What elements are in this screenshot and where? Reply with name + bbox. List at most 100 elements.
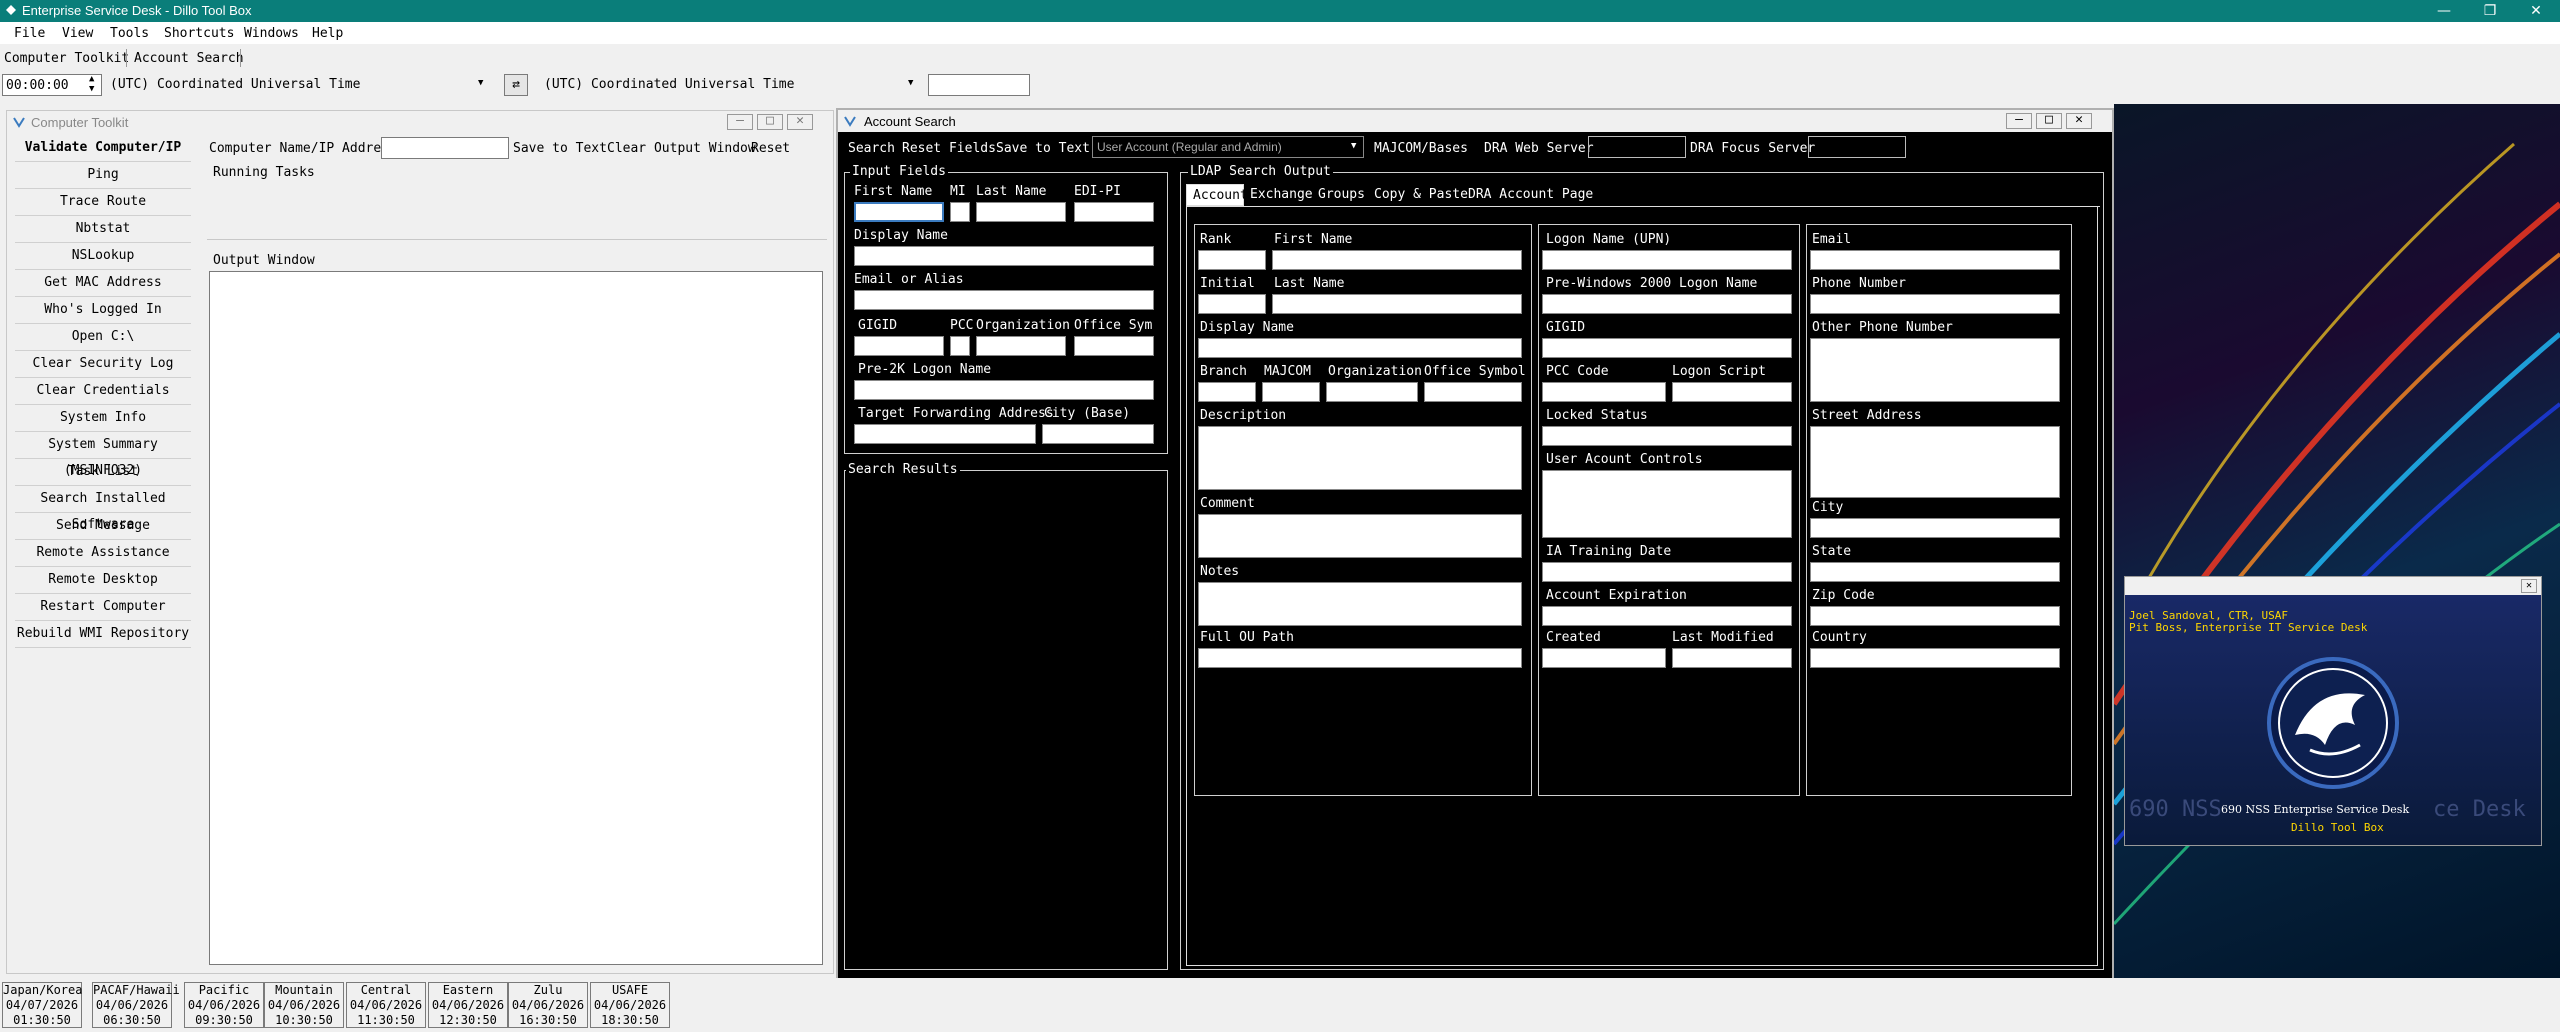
save-to-text-button[interactable]: Save to Text (996, 141, 1090, 156)
created-field[interactable] (1542, 648, 1666, 668)
tab-dra-account[interactable]: DRA Account Page (1468, 187, 1593, 202)
office-sym-input[interactable] (1074, 336, 1154, 356)
clear-credentials-button[interactable]: Clear Credentials (15, 378, 191, 405)
close-button[interactable]: ✕ (2521, 579, 2537, 593)
description-field[interactable] (1198, 426, 1522, 490)
email-field[interactable] (1810, 250, 2060, 270)
logon-script-field[interactable] (1672, 382, 1792, 402)
organization-input[interactable] (976, 336, 1066, 356)
last-modified-field[interactable] (1672, 648, 1792, 668)
minimize-button[interactable]: – (727, 114, 753, 130)
nslookup-button[interactable]: NSLookup (15, 243, 191, 270)
close-button[interactable]: ✕ (787, 114, 813, 130)
search-button[interactable]: Search (848, 141, 895, 156)
menu-shortcuts[interactable]: Shortcuts (164, 26, 234, 41)
time-stepper[interactable]: 00:00:00 ▲ ▼ (2, 74, 102, 96)
target-forwarding-input[interactable] (854, 424, 1036, 444)
dra-focus-server-input[interactable] (1808, 136, 1906, 158)
whos-logged-in-button[interactable]: Who's Logged In (15, 297, 191, 324)
task-list-button[interactable]: Task List (15, 459, 191, 486)
dra-web-server-input[interactable] (1588, 136, 1686, 158)
account-search-button[interactable]: Account Search (134, 51, 244, 66)
email-alias-input[interactable] (854, 290, 1154, 310)
menu-windows[interactable]: Windows (244, 26, 299, 41)
state-field[interactable] (1810, 562, 2060, 582)
tab-account[interactable]: Account (1186, 184, 1248, 206)
gigid-field[interactable] (1542, 338, 1792, 358)
full-ou-field[interactable] (1198, 648, 1522, 668)
clear-security-log-button[interactable]: Clear Security Log (15, 351, 191, 378)
trace-route-button[interactable]: Trace Route (15, 189, 191, 216)
output-window[interactable] (209, 271, 823, 965)
ping-button[interactable]: Ping (15, 162, 191, 189)
ia-training-field[interactable] (1542, 562, 1792, 582)
mi-input[interactable] (950, 202, 970, 222)
branch-field[interactable] (1198, 382, 1256, 402)
save-to-text-button[interactable]: Save to Text (513, 141, 607, 156)
edipi-input[interactable] (1074, 202, 1154, 222)
rebuild-wmi-button[interactable]: Rebuild WMI Repository (15, 621, 191, 648)
converted-time-field[interactable] (928, 74, 1030, 96)
pre2000-field[interactable] (1542, 294, 1792, 314)
organization-field[interactable] (1326, 382, 1418, 402)
remote-desktop-button[interactable]: Remote Desktop (15, 567, 191, 594)
city-field[interactable] (1810, 518, 2060, 538)
reset-button[interactable]: Reset (751, 141, 790, 156)
notes-field[interactable] (1198, 582, 1522, 626)
send-message-button[interactable]: Send Message (15, 513, 191, 540)
tab-groups[interactable]: Groups (1318, 187, 1365, 202)
account-type-select[interactable]: User Account (Regular and Admin) ▼ (1092, 136, 1364, 158)
street-address-field[interactable] (1810, 426, 2060, 498)
open-c-button[interactable]: Open C:\ (15, 324, 191, 351)
stepper-arrows-icon[interactable]: ▲ ▼ (89, 74, 94, 94)
minimize-button[interactable]: – (2006, 113, 2032, 129)
pcc-code-field[interactable] (1542, 382, 1666, 402)
close-button[interactable]: ✕ (2066, 113, 2092, 129)
first-name-field[interactable] (1272, 250, 1522, 270)
phone-field[interactable] (1810, 294, 2060, 314)
restore-button[interactable]: ❐ (2470, 0, 2510, 22)
validate-button[interactable]: Validate Computer/IP (15, 135, 191, 162)
upn-field[interactable] (1542, 250, 1792, 270)
majcom-bases-button[interactable]: MAJCOM/Bases (1374, 141, 1468, 156)
system-info-button[interactable]: System Info (15, 405, 191, 432)
display-name-input[interactable] (854, 246, 1154, 266)
account-expiration-field[interactable] (1542, 606, 1792, 626)
menu-file[interactable]: File (14, 26, 45, 41)
first-name-input[interactable] (854, 202, 944, 222)
reset-fields-button[interactable]: Reset Fields (902, 141, 996, 156)
menu-tools[interactable]: Tools (110, 26, 149, 41)
zip-code-field[interactable] (1810, 606, 2060, 626)
timezone-select-2[interactable]: (UTC) Coordinated Universal Time ▼ (540, 74, 924, 96)
country-field[interactable] (1810, 648, 2060, 668)
tab-exchange[interactable]: Exchange (1250, 187, 1313, 202)
gigid-input[interactable] (854, 336, 944, 356)
get-mac-button[interactable]: Get MAC Address (15, 270, 191, 297)
display-name-field[interactable] (1198, 338, 1522, 358)
majcom-field[interactable] (1262, 382, 1320, 402)
remote-assistance-button[interactable]: Remote Assistance (15, 540, 191, 567)
last-name-input[interactable] (976, 202, 1066, 222)
pre2k-input[interactable] (854, 380, 1154, 400)
locked-status-field[interactable] (1542, 426, 1792, 446)
minimize-button[interactable]: — (2424, 0, 2464, 22)
system-summary-button[interactable]: System Summary (MSINFO32) (15, 432, 191, 478)
computer-name-input[interactable] (381, 137, 509, 159)
menu-help[interactable]: Help (312, 26, 343, 41)
restart-computer-button[interactable]: Restart Computer (15, 594, 191, 621)
maximize-button[interactable]: □ (2036, 113, 2062, 129)
comment-field[interactable] (1198, 514, 1522, 558)
computer-toolkit-button[interactable]: Computer Toolkit (4, 51, 129, 66)
menu-view[interactable]: View (62, 26, 93, 41)
close-button[interactable]: ✕ (2516, 0, 2556, 22)
nbtstat-button[interactable]: Nbtstat (15, 216, 191, 243)
pcc-input[interactable] (950, 336, 970, 356)
maximize-button[interactable]: □ (757, 114, 783, 130)
timezone-select-1[interactable]: (UTC) Coordinated Universal Time ▼ (110, 74, 494, 96)
tab-copy-paste[interactable]: Copy & Paste (1374, 187, 1468, 202)
uac-field[interactable] (1542, 470, 1792, 538)
city-base-input[interactable] (1042, 424, 1154, 444)
office-symbol-field[interactable] (1424, 382, 1522, 402)
search-software-button[interactable]: Search Installed Software (15, 486, 191, 532)
other-phone-field[interactable] (1810, 338, 2060, 402)
